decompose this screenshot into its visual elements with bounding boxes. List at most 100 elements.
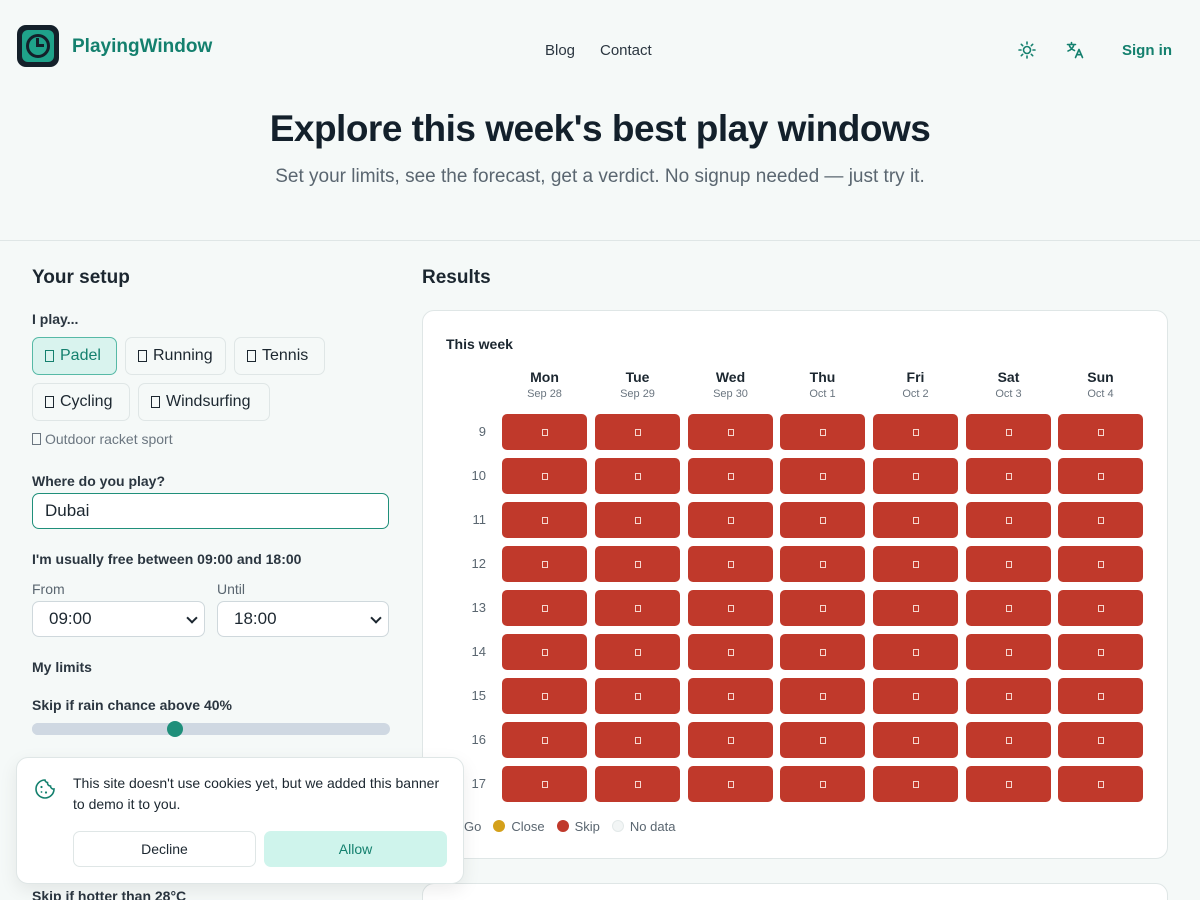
forecast-cell[interactable] bbox=[966, 590, 1051, 626]
forecast-cell[interactable] bbox=[780, 722, 865, 758]
sport-padel-button[interactable]: Padel bbox=[32, 337, 117, 375]
hour-label: 9 bbox=[478, 424, 486, 439]
sport-label-text: Running bbox=[153, 347, 213, 364]
forecast-cell[interactable] bbox=[966, 634, 1051, 670]
sport-hint-text: Outdoor racket sport bbox=[45, 431, 173, 447]
forecast-cell[interactable] bbox=[780, 678, 865, 714]
forecast-cell[interactable] bbox=[873, 678, 958, 714]
rain-slider-thumb[interactable] bbox=[167, 721, 183, 737]
sport-label-text: Tennis bbox=[262, 347, 309, 364]
nav-blog-link[interactable]: Blog bbox=[545, 42, 575, 59]
forecast-cell[interactable] bbox=[966, 678, 1051, 714]
skip-icon bbox=[1005, 560, 1012, 568]
forecast-cell[interactable] bbox=[502, 502, 587, 538]
until-select-value: 18:00 bbox=[234, 609, 277, 628]
forecast-cell[interactable] bbox=[873, 722, 958, 758]
forecast-cell[interactable] bbox=[688, 502, 773, 538]
forecast-cell[interactable] bbox=[780, 766, 865, 802]
forecast-cell[interactable] bbox=[873, 414, 958, 450]
forecast-cell[interactable] bbox=[502, 590, 587, 626]
until-select[interactable]: 18:00 bbox=[217, 601, 389, 637]
from-label: From bbox=[32, 581, 65, 597]
forecast-cell[interactable] bbox=[595, 678, 680, 714]
cookie-decline-button[interactable]: Decline bbox=[73, 831, 256, 867]
forecast-cell[interactable] bbox=[502, 414, 587, 450]
forecast-cell[interactable] bbox=[1058, 766, 1143, 802]
forecast-cell[interactable] bbox=[502, 722, 587, 758]
logo-icon[interactable] bbox=[17, 25, 59, 67]
legend-nodata: No data bbox=[611, 819, 675, 834]
forecast-cell[interactable] bbox=[780, 546, 865, 582]
forecast-cell[interactable] bbox=[595, 722, 680, 758]
skip-icon bbox=[1097, 428, 1104, 436]
sign-in-link[interactable]: Sign in bbox=[1122, 42, 1172, 59]
forecast-cell[interactable] bbox=[873, 458, 958, 494]
forecast-cell[interactable] bbox=[595, 546, 680, 582]
forecast-cell[interactable] bbox=[780, 414, 865, 450]
sport-cycling-button[interactable]: Cycling bbox=[32, 383, 130, 421]
skip-icon bbox=[727, 648, 734, 656]
forecast-cell[interactable] bbox=[688, 458, 773, 494]
forecast-cell[interactable] bbox=[966, 546, 1051, 582]
skip-icon bbox=[1005, 780, 1012, 788]
from-select[interactable]: 09:00 bbox=[32, 601, 205, 637]
forecast-cell[interactable] bbox=[502, 766, 587, 802]
forecast-cell[interactable] bbox=[688, 634, 773, 670]
forecast-cell[interactable] bbox=[595, 502, 680, 538]
forecast-cell[interactable] bbox=[502, 678, 587, 714]
forecast-cell[interactable] bbox=[966, 414, 1051, 450]
brand-name[interactable]: PlayingWindow bbox=[72, 36, 212, 58]
forecast-cell[interactable] bbox=[1058, 502, 1143, 538]
forecast-cell[interactable] bbox=[1058, 590, 1143, 626]
forecast-cell[interactable] bbox=[1058, 414, 1143, 450]
forecast-cell[interactable] bbox=[873, 502, 958, 538]
site-header: PlayingWindow Blog Contact Sign in bbox=[0, 0, 1200, 96]
forecast-cell[interactable] bbox=[688, 766, 773, 802]
forecast-cell[interactable] bbox=[780, 590, 865, 626]
forecast-cell[interactable] bbox=[780, 634, 865, 670]
forecast-cell[interactable] bbox=[966, 458, 1051, 494]
forecast-cell[interactable] bbox=[688, 722, 773, 758]
forecast-cell[interactable] bbox=[688, 678, 773, 714]
forecast-cell[interactable] bbox=[1058, 678, 1143, 714]
forecast-cell[interactable] bbox=[1058, 722, 1143, 758]
forecast-cell[interactable] bbox=[873, 634, 958, 670]
forecast-cell[interactable] bbox=[688, 590, 773, 626]
forecast-cell[interactable] bbox=[966, 502, 1051, 538]
forecast-cell[interactable] bbox=[595, 458, 680, 494]
forecast-cell[interactable] bbox=[502, 458, 587, 494]
forecast-cell[interactable] bbox=[595, 634, 680, 670]
sun-icon[interactable] bbox=[1018, 41, 1036, 59]
sport-running-button[interactable]: Running bbox=[125, 337, 226, 375]
forecast-cell[interactable] bbox=[780, 502, 865, 538]
translate-icon[interactable] bbox=[1066, 41, 1084, 59]
forecast-cell[interactable] bbox=[873, 546, 958, 582]
location-input[interactable]: Dubai bbox=[32, 493, 389, 529]
skip-icon bbox=[634, 736, 641, 744]
forecast-cell[interactable] bbox=[873, 766, 958, 802]
forecast-cell[interactable] bbox=[502, 634, 587, 670]
nav-contact-link[interactable]: Contact bbox=[600, 42, 652, 59]
forecast-cell[interactable] bbox=[1058, 634, 1143, 670]
forecast-cell[interactable] bbox=[966, 722, 1051, 758]
forecast-cell[interactable] bbox=[595, 766, 680, 802]
forecast-cell[interactable] bbox=[873, 590, 958, 626]
forecast-cell[interactable] bbox=[688, 546, 773, 582]
sport-tennis-button[interactable]: Tennis bbox=[234, 337, 325, 375]
forecast-cell[interactable] bbox=[1058, 458, 1143, 494]
week-label: This week bbox=[446, 336, 513, 352]
sport-windsurfing-button[interactable]: Windsurfing bbox=[138, 383, 270, 421]
cookie-allow-button[interactable]: Allow bbox=[264, 831, 447, 867]
legend-close-label: Close bbox=[511, 818, 545, 834]
forecast-cell[interactable] bbox=[502, 546, 587, 582]
forecast-cell[interactable] bbox=[688, 414, 773, 450]
forecast-cell[interactable] bbox=[966, 766, 1051, 802]
rain-slider[interactable] bbox=[32, 721, 390, 737]
hour-label: 15 bbox=[471, 688, 486, 703]
forecast-cell[interactable] bbox=[595, 590, 680, 626]
day-date-thu: Oct 1 bbox=[809, 388, 836, 400]
skip-icon bbox=[1005, 472, 1012, 480]
forecast-cell[interactable] bbox=[780, 458, 865, 494]
forecast-cell[interactable] bbox=[1058, 546, 1143, 582]
forecast-cell[interactable] bbox=[595, 414, 680, 450]
